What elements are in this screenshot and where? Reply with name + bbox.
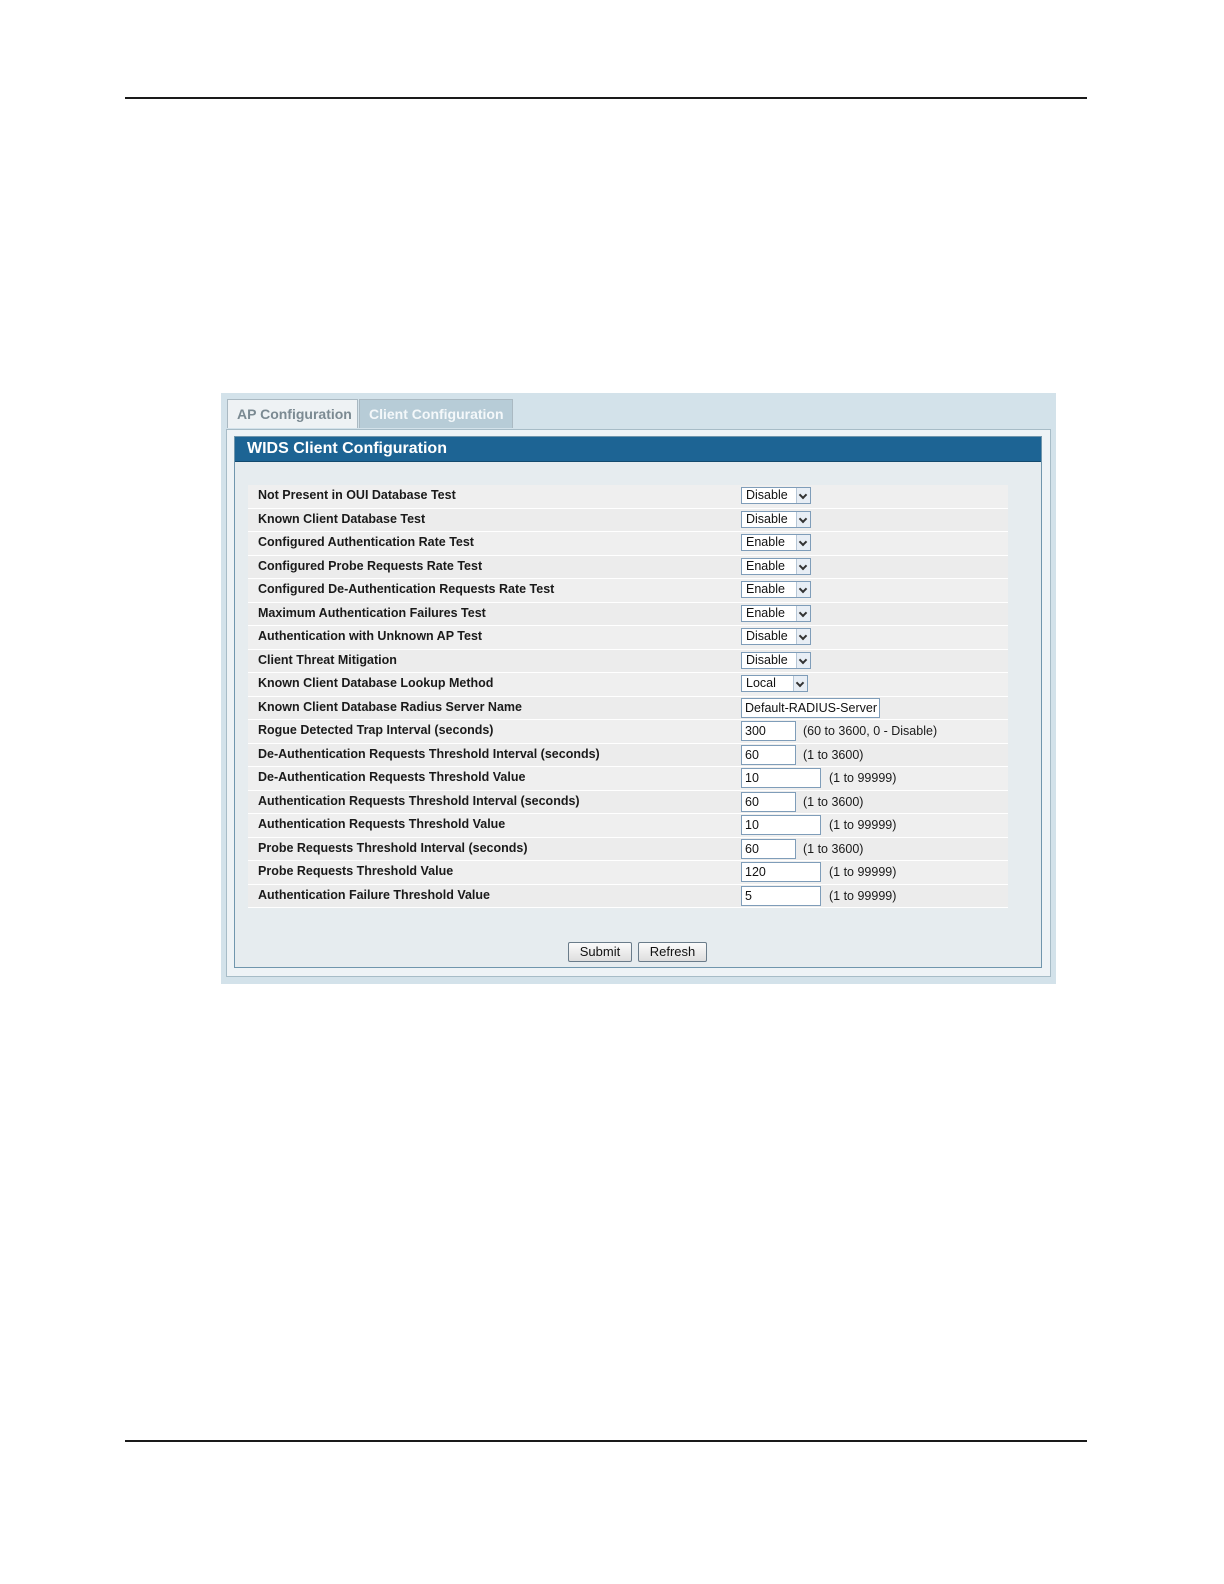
table-row: Not Present in OUI Database Test Disable xyxy=(248,485,1008,509)
deauth-threshold-interval-input[interactable]: 60 xyxy=(741,744,796,765)
rogue-trap-interval-input[interactable]: 300 xyxy=(741,721,796,741)
known-client-database-test-select[interactable]: Disable xyxy=(741,510,811,528)
deauth-requests-rate-test-select[interactable]: Enable xyxy=(741,581,811,598)
table-row: Client Threat Mitigation Disable xyxy=(248,649,1008,673)
row-label: Configured De-Authentication Requests Ra… xyxy=(258,582,555,596)
page-bottom-rule xyxy=(125,1440,1087,1442)
row-label: Known Client Database Test xyxy=(258,511,426,526)
select-value: Disable xyxy=(746,629,788,643)
wids-config-frame: AP Configuration Client Configuration WI… xyxy=(221,393,1056,984)
range-hint: (1 to 99999) xyxy=(829,888,897,903)
lookup-method-select[interactable]: Local xyxy=(741,675,808,692)
row-label: Authentication Failure Threshold Value xyxy=(258,887,490,902)
table-row: Authentication with Unknown AP Test Disa… xyxy=(248,626,1008,650)
table-row: De-Authentication Requests Threshold Val… xyxy=(248,767,1008,791)
row-label: Known Client Database Lookup Method xyxy=(258,676,494,690)
table-row: Maximum Authentication Failures Test Ena… xyxy=(248,602,1008,626)
chevron-down-icon xyxy=(796,582,810,597)
chevron-down-icon xyxy=(796,652,810,668)
tab-client-configuration[interactable]: Client Configuration xyxy=(359,399,513,428)
select-value: Enable xyxy=(746,558,785,573)
table-row: Authentication Requests Threshold Interv… xyxy=(248,790,1008,814)
page-top-rule xyxy=(125,97,1087,99)
select-value: Enable xyxy=(746,605,785,620)
select-value: Disable xyxy=(746,488,788,502)
row-label: Authentication Requests Threshold Interv… xyxy=(258,793,580,808)
table-row: Configured Probe Requests Rate Test Enab… xyxy=(248,555,1008,579)
auth-rate-test-select[interactable]: Enable xyxy=(741,534,811,551)
oui-database-test-select[interactable]: Disable xyxy=(741,487,811,504)
row-label: Maximum Authentication Failures Test xyxy=(258,605,486,620)
row-label: De-Authentication Requests Threshold Val… xyxy=(258,770,526,784)
auth-threshold-interval-input[interactable]: 60 xyxy=(741,791,796,812)
row-label: Client Threat Mitigation xyxy=(258,652,397,667)
config-table: Not Present in OUI Database Test Disable… xyxy=(248,485,1008,908)
table-row: Authentication Requests Threshold Value … xyxy=(248,814,1008,838)
deauth-threshold-value-input[interactable]: 10 xyxy=(741,768,821,788)
table-row: Configured Authentication Rate Test Enab… xyxy=(248,532,1008,556)
row-label: Authentication Requests Threshold Value xyxy=(258,817,506,831)
auth-unknown-ap-test-select[interactable]: Disable xyxy=(741,628,811,645)
table-row: Configured De-Authentication Requests Ra… xyxy=(248,579,1008,603)
submit-button[interactable]: Submit xyxy=(568,942,632,962)
chevron-down-icon xyxy=(796,511,810,527)
range-hint: (1 to 3600) xyxy=(803,747,864,762)
max-auth-failures-test-select[interactable]: Enable xyxy=(741,604,811,622)
range-hint: (1 to 3600) xyxy=(803,794,864,809)
range-hint: (1 to 99999) xyxy=(829,865,897,879)
chevron-down-icon xyxy=(793,676,807,691)
panel-title: WIDS Client Configuration xyxy=(235,437,1041,462)
table-row: De-Authentication Requests Threshold Int… xyxy=(248,743,1008,767)
row-label: Known Client Database Radius Server Name xyxy=(258,699,522,714)
radius-server-name-input[interactable]: Default-RADIUS-Server xyxy=(741,697,880,718)
client-threat-mitigation-select[interactable]: Disable xyxy=(741,651,811,669)
range-hint: (60 to 3600, 0 - Disable) xyxy=(803,724,938,738)
select-value: Local xyxy=(746,676,776,690)
table-row: Authentication Failure Threshold Value 5… xyxy=(248,884,1008,908)
select-value: Enable xyxy=(746,582,785,596)
wids-client-configuration-panel: WIDS Client Configuration Not Present in… xyxy=(234,436,1042,968)
select-value: Enable xyxy=(746,535,785,549)
tab-ap-configuration[interactable]: AP Configuration xyxy=(227,399,358,428)
select-value: Disable xyxy=(746,652,788,667)
row-label: Authentication with Unknown AP Test xyxy=(258,629,483,643)
table-row: Known Client Database Lookup Method Loca… xyxy=(248,673,1008,697)
probe-requests-rate-test-select[interactable]: Enable xyxy=(741,557,811,575)
row-label: Probe Requests Threshold Value xyxy=(258,864,454,878)
range-hint: (1 to 99999) xyxy=(829,818,897,832)
refresh-button[interactable]: Refresh xyxy=(638,942,707,962)
select-value: Disable xyxy=(746,511,788,526)
chevron-down-icon xyxy=(796,605,810,621)
row-label: Rogue Detected Trap Interval (seconds) xyxy=(258,723,494,737)
row-label: Configured Authentication Rate Test xyxy=(258,535,474,549)
chevron-down-icon xyxy=(796,558,810,574)
tab-bar: AP Configuration Client Configuration xyxy=(227,399,514,429)
tab-content: WIDS Client Configuration Not Present in… xyxy=(226,429,1051,977)
range-hint: (1 to 99999) xyxy=(829,771,897,785)
chevron-down-icon xyxy=(796,535,810,550)
chevron-down-icon xyxy=(796,488,810,503)
table-row: Probe Requests Threshold Value 120 (1 to… xyxy=(248,861,1008,885)
row-label: Not Present in OUI Database Test xyxy=(258,488,456,502)
table-row: Known Client Database Radius Server Name… xyxy=(248,696,1008,720)
form-buttons: Submit Refresh xyxy=(568,942,713,962)
row-label: Configured Probe Requests Rate Test xyxy=(258,558,483,573)
auth-failure-threshold-input[interactable]: 5 xyxy=(741,885,821,906)
probe-threshold-interval-input[interactable]: 60 xyxy=(741,838,796,859)
table-row: Probe Requests Threshold Interval (secon… xyxy=(248,837,1008,861)
row-label: Probe Requests Threshold Interval (secon… xyxy=(258,840,528,855)
table-row: Rogue Detected Trap Interval (seconds) 3… xyxy=(248,720,1008,744)
range-hint: (1 to 3600) xyxy=(803,841,864,856)
probe-threshold-value-input[interactable]: 120 xyxy=(741,862,821,882)
row-label: De-Authentication Requests Threshold Int… xyxy=(258,746,600,761)
table-row: Known Client Database Test Disable xyxy=(248,508,1008,532)
chevron-down-icon xyxy=(796,629,810,644)
auth-threshold-value-input[interactable]: 10 xyxy=(741,815,821,835)
